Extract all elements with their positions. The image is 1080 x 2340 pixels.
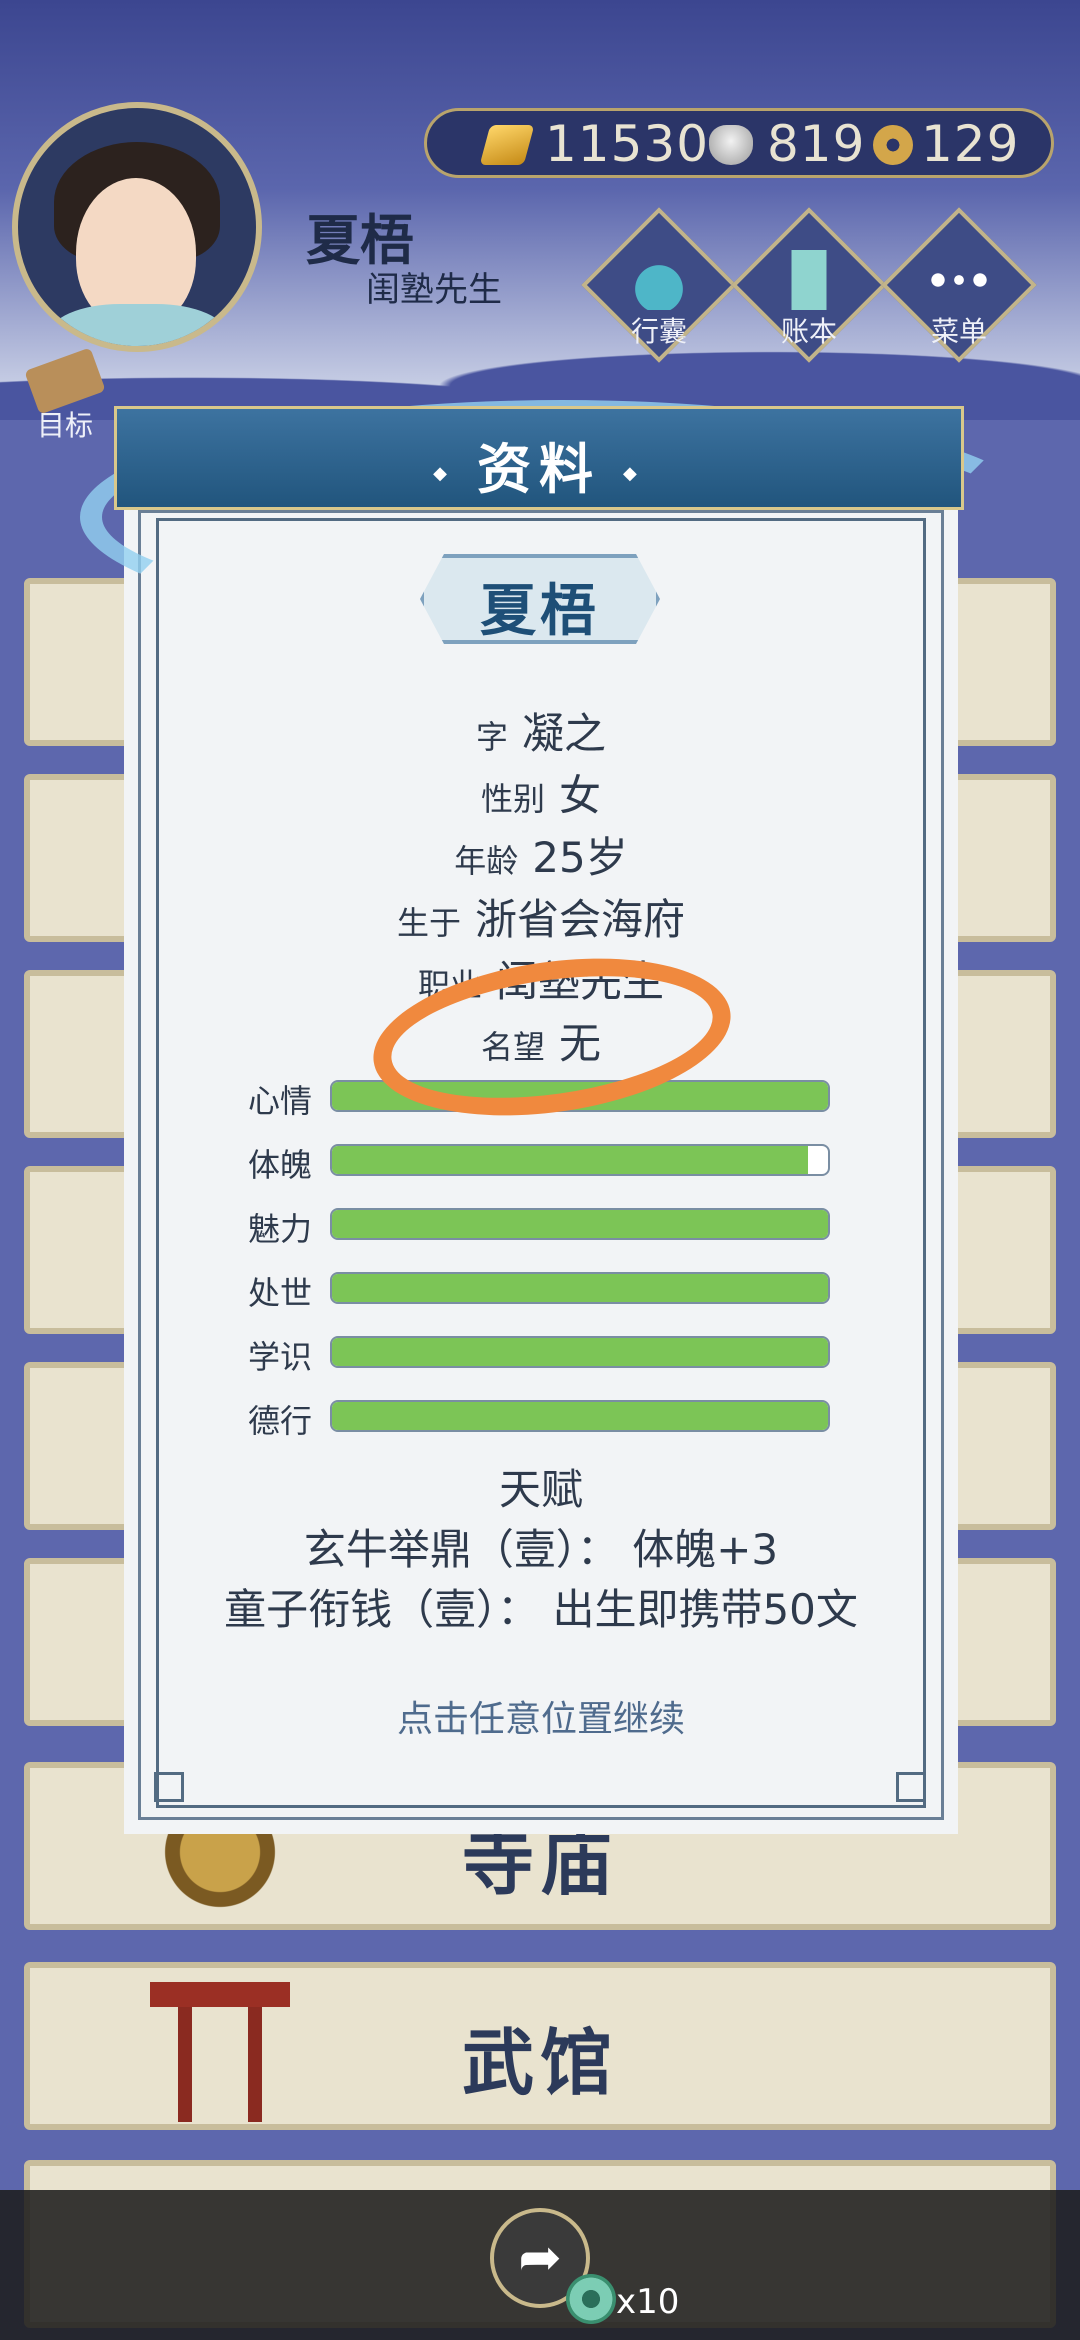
copper-coin-icon <box>873 125 913 165</box>
info-row-gender: 性别女 <box>138 762 944 823</box>
stat-label: 魅力 <box>248 1210 313 1248</box>
location-label: 武馆 <box>461 2021 618 2105</box>
coin-amount: 129 <box>921 115 1020 173</box>
ledger-icon <box>774 250 844 310</box>
menu-label: 菜单 <box>930 315 987 348</box>
gold-amount: 11530 <box>545 115 710 173</box>
silver-ingot-icon <box>709 125 753 165</box>
talent-heading: 天赋 <box>498 1465 583 1514</box>
info-value: 凝之 <box>522 709 607 758</box>
stat-fill <box>332 1210 828 1238</box>
info-key: 生于 <box>396 904 461 942</box>
stat-label: 德行 <box>248 1402 313 1440</box>
stat-bar <box>330 1272 830 1304</box>
silver-amount: 819 <box>767 115 866 173</box>
stat-bar <box>330 1336 830 1368</box>
info-key: 性别 <box>480 780 545 818</box>
gold-ingot-icon <box>479 125 535 165</box>
stat-fill <box>332 1338 828 1366</box>
bag-icon <box>624 250 694 310</box>
player-occupation: 闺塾先生 <box>366 270 502 310</box>
info-key: 字 <box>475 718 508 756</box>
info-value: 女 <box>559 771 602 820</box>
dialog-header: 资料 <box>114 406 964 510</box>
stat-label: 心情 <box>248 1082 313 1120</box>
avatar-collar <box>48 304 228 346</box>
talent-item: 玄牛举鼎（壹）： 体魄+3 <box>303 1525 779 1574</box>
currency-bar: 11530 819 129 <box>424 108 1054 178</box>
stat-fill <box>332 1402 828 1430</box>
continue-hint[interactable]: 点击任意位置继续 <box>138 1690 944 1742</box>
ledger-label: 账本 <box>780 315 837 348</box>
jade-token-icon <box>566 2274 616 2324</box>
more-icon <box>924 250 994 310</box>
dialog-title: 资料 <box>117 425 961 504</box>
stat-label: 体魄 <box>248 1146 313 1184</box>
info-row-courtesy-name: 字凝之 <box>138 700 944 761</box>
stat-fill <box>332 1146 809 1174</box>
info-value: 浙省会海府 <box>475 895 686 944</box>
stat-label: 学识 <box>248 1338 313 1376</box>
avatar[interactable] <box>12 102 262 352</box>
token-count: x10 <box>616 2282 680 2322</box>
stat-label: 处世 <box>248 1274 313 1312</box>
stat-bar <box>330 1208 830 1240</box>
target-label: 目标 <box>36 409 93 442</box>
talent-item: 童子衔钱（壹）： 出生即携带50文 <box>224 1585 858 1634</box>
stat-fill <box>332 1274 828 1302</box>
bag-label: 行囊 <box>630 315 687 348</box>
info-row-birthplace: 生于 浙省会海府 <box>138 886 944 947</box>
character-name: 夏梧 <box>480 579 600 644</box>
stat-bar <box>330 1400 830 1432</box>
info-value: 25岁 <box>532 833 628 882</box>
corner-ornament <box>154 1772 184 1802</box>
stat-bar <box>330 1144 830 1176</box>
corner-ornament <box>896 1772 926 1802</box>
share-icon: ➦ <box>518 2228 562 2288</box>
location-card-dojo[interactable]: 武馆 <box>24 1962 1056 2130</box>
info-key: 年龄 <box>454 842 519 880</box>
info-row-age: 年龄 25岁 <box>138 824 944 885</box>
target-button[interactable]: 目标 <box>10 347 120 442</box>
